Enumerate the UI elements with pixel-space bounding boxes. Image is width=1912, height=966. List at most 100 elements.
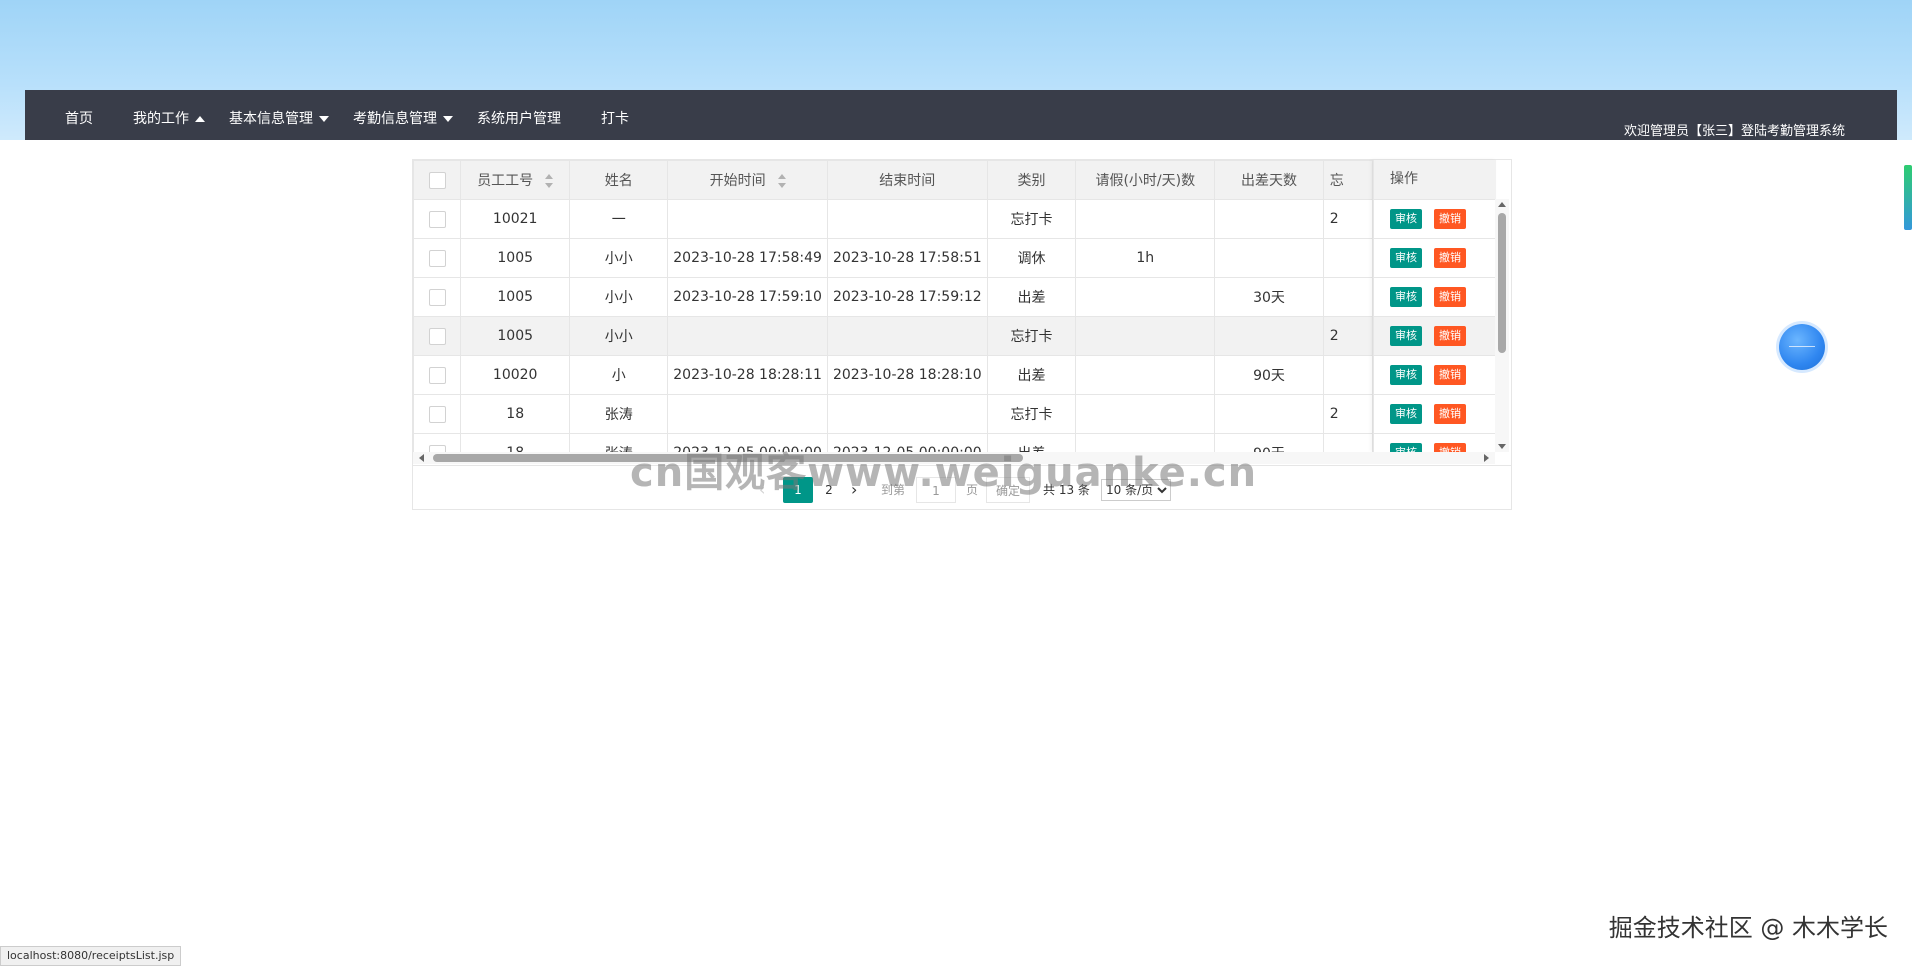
assistant-icon bbox=[1789, 346, 1815, 347]
audit-button[interactable]: 审核 bbox=[1390, 404, 1422, 424]
nav-home-label: 首页 bbox=[65, 111, 93, 127]
action-row: 审核 撤销 bbox=[1374, 434, 1496, 452]
goto-confirm-button[interactable]: 确定 bbox=[986, 477, 1030, 503]
row-checkbox[interactable] bbox=[428, 366, 446, 384]
revoke-button[interactable]: 撤销 bbox=[1434, 443, 1466, 452]
row-checkbox[interactable] bbox=[428, 405, 446, 423]
nav-basic-info[interactable]: 基本信息管理 bbox=[229, 90, 329, 140]
table-viewport: 员工工号 姓名 开始时间 结束时间 类别 请假(小时/天)数 出差天数 忘 10… bbox=[413, 160, 1373, 452]
total-count: 共 13 条 bbox=[1043, 483, 1090, 497]
col-employee-id[interactable]: 员工工号 bbox=[460, 160, 571, 200]
action-row: 审核撤销 bbox=[1374, 395, 1496, 434]
next-page-icon[interactable]: › bbox=[851, 477, 857, 503]
revoke-button[interactable]: 撤销 bbox=[1434, 326, 1466, 346]
row-checkbox[interactable] bbox=[428, 444, 446, 452]
row-checkbox[interactable] bbox=[428, 210, 446, 228]
row-checkbox[interactable] bbox=[428, 288, 446, 306]
nav-attendance[interactable]: 考勤信息管理 bbox=[353, 90, 453, 140]
cell-trip-days bbox=[1214, 394, 1324, 434]
scroll-left-icon[interactable] bbox=[419, 454, 424, 462]
select-all-cell bbox=[413, 160, 462, 200]
nav-my-work[interactable]: 我的工作 bbox=[133, 90, 205, 140]
cell-end-time bbox=[826, 199, 988, 239]
revoke-button[interactable]: 撤销 bbox=[1434, 248, 1466, 268]
nav-user-mgmt-label: 系统用户管理 bbox=[477, 111, 561, 127]
row-select-cell bbox=[413, 433, 462, 452]
scroll-down-icon[interactable] bbox=[1498, 444, 1506, 449]
cell-start-time: 2023-10-28 17:59:10 bbox=[667, 277, 828, 317]
table-row[interactable]: 10021 一 忘打卡 2 bbox=[413, 199, 1373, 239]
scroll-thumb[interactable] bbox=[1498, 213, 1506, 353]
audit-button[interactable]: 审核 bbox=[1390, 209, 1422, 229]
row-select-cell bbox=[413, 394, 462, 434]
page-1-button[interactable]: 1 bbox=[783, 477, 813, 503]
action-row: 审核撤销 bbox=[1374, 239, 1496, 278]
floating-assistant-button[interactable] bbox=[1779, 324, 1825, 370]
cell-leave bbox=[1075, 277, 1216, 317]
cell-leave: 1h bbox=[1075, 238, 1216, 278]
cell-type: 调休 bbox=[986, 238, 1077, 278]
nav-home[interactable]: 首页 bbox=[65, 90, 93, 140]
cell-trip-days: 30天 bbox=[1214, 277, 1324, 317]
sort-icon[interactable] bbox=[777, 174, 786, 188]
cell-start-time bbox=[667, 316, 828, 356]
vertical-scrollbar[interactable] bbox=[1495, 199, 1509, 452]
side-extension-bar[interactable] bbox=[1904, 165, 1912, 230]
page-2-button[interactable]: 2 bbox=[823, 477, 835, 503]
table-row[interactable]: 10020 小 2023-10-28 18:28:11 2023-10-28 18:2… bbox=[413, 355, 1373, 395]
cell-name: 一 bbox=[569, 199, 669, 239]
table-row[interactable]: 18 张涛 忘打卡 2 bbox=[413, 394, 1373, 434]
prev-page-icon[interactable]: ‹ bbox=[759, 477, 765, 503]
caret-up-icon bbox=[195, 116, 205, 122]
row-checkbox[interactable] bbox=[428, 249, 446, 267]
audit-button[interactable]: 审核 bbox=[1390, 287, 1422, 307]
goto-page-input[interactable]: 1 bbox=[916, 477, 956, 503]
revoke-button[interactable]: 撤销 bbox=[1434, 287, 1466, 307]
audit-button[interactable]: 审核 bbox=[1390, 248, 1422, 268]
scroll-up-icon[interactable] bbox=[1498, 202, 1506, 207]
col-leave: 请假(小时/天)数 bbox=[1075, 160, 1216, 200]
cell-start-time: 2023-10-28 17:58:49 bbox=[667, 238, 828, 278]
scroll-thumb-horizontal[interactable] bbox=[433, 454, 1023, 462]
page-size-select[interactable]: 10 条/页20 条/页30 条/页 bbox=[1101, 479, 1171, 501]
table-row[interactable]: 1005 小小 忘打卡 2 bbox=[413, 316, 1373, 356]
welcome-text: 欢迎管理员【张三】登陆考勤管理系统 bbox=[1623, 124, 1845, 139]
horizontal-scrollbar[interactable] bbox=[413, 452, 1495, 464]
cell-employee-id: 1005 bbox=[460, 238, 571, 278]
row-select-cell bbox=[413, 355, 462, 395]
cell-employee-id: 10020 bbox=[460, 355, 571, 395]
cell-end-time: 2023-10-28 18:28:10 bbox=[826, 355, 988, 395]
nav-clock-in[interactable]: 打卡 bbox=[601, 90, 629, 140]
status-bar-url: localhost:8080/receiptsList.jsp bbox=[0, 946, 182, 966]
cell-more bbox=[1322, 238, 1373, 278]
sort-icon[interactable] bbox=[545, 174, 554, 188]
cell-end-time bbox=[826, 316, 988, 356]
cell-start-time: 2023-12-05 00:00:00 bbox=[667, 433, 828, 452]
action-row: 审核撤销 bbox=[1374, 200, 1496, 239]
revoke-button[interactable]: 撤销 bbox=[1434, 365, 1466, 385]
col-actions: 操作 bbox=[1374, 160, 1496, 200]
cell-name: 小 bbox=[569, 355, 669, 395]
cell-type: 忘打卡 bbox=[986, 199, 1077, 239]
cell-start-time bbox=[667, 199, 828, 239]
actions-column: 操作 审核撤销审核撤销审核撤销审核撤销审核撤销审核撤销审核撤销 bbox=[1373, 160, 1496, 452]
cell-leave bbox=[1075, 199, 1216, 239]
row-checkbox[interactable] bbox=[428, 327, 446, 345]
col-end-time: 结束时间 bbox=[826, 160, 988, 200]
scroll-right-icon[interactable] bbox=[1484, 454, 1489, 462]
table-row[interactable]: 1005 小小 2023-10-28 17:58:49 2023-10-28 17:5… bbox=[413, 238, 1373, 278]
cell-leave bbox=[1075, 355, 1216, 395]
cell-employee-id: 18 bbox=[460, 394, 571, 434]
table-row[interactable]: 1005 小小 2023-10-28 17:59:10 2023-10-28 17:5… bbox=[413, 277, 1373, 317]
revoke-button[interactable]: 撤销 bbox=[1434, 209, 1466, 229]
table-row[interactable]: 18张涛2023-12-05 00:00:002023-12-05 00:00:… bbox=[413, 433, 1373, 452]
audit-button[interactable]: 审核 bbox=[1390, 326, 1422, 346]
col-start-time[interactable]: 开始时间 bbox=[667, 160, 828, 200]
select-all-checkbox[interactable] bbox=[428, 171, 446, 189]
cell-employee-id: 10021 bbox=[460, 199, 571, 239]
nav-user-mgmt[interactable]: 系统用户管理 bbox=[477, 90, 561, 140]
col-start-time-label: 开始时间 bbox=[709, 173, 766, 189]
audit-button[interactable]: 审核 bbox=[1390, 365, 1422, 385]
revoke-button[interactable]: 撤销 bbox=[1434, 404, 1466, 424]
audit-button[interactable]: 审核 bbox=[1390, 443, 1422, 452]
